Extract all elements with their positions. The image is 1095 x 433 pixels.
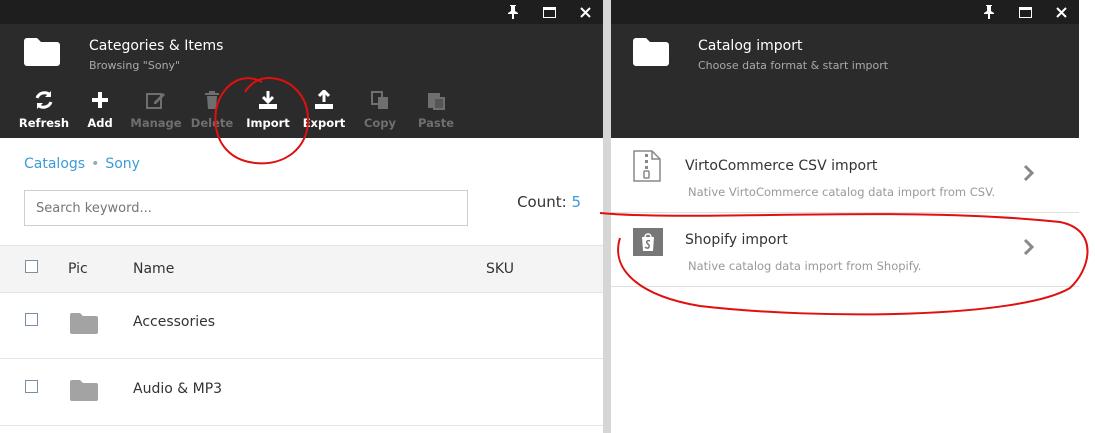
paste-icon [428, 93, 445, 110]
add-label: Add [87, 116, 113, 130]
item-count: Count: 5 [517, 193, 581, 211]
shopify-icon [633, 228, 663, 256]
delete-button[interactable]: Delete [184, 82, 240, 138]
blade-title: Catalog import [698, 38, 803, 54]
paste-label: Paste [417, 116, 455, 130]
toolbar [611, 82, 1079, 138]
pin-icon[interactable] [971, 0, 1007, 24]
breadcrumb: Catalogs • Sony [24, 156, 140, 172]
delete-label: Delete [190, 116, 234, 130]
edit-icon [146, 93, 165, 109]
pin-icon[interactable] [495, 0, 531, 24]
table-header: Pic Name SKU [0, 245, 603, 293]
import-button[interactable]: Import [240, 82, 296, 138]
list-item-shopify-import[interactable]: Shopify import Native catalog data impor… [611, 212, 1079, 287]
count-value: 5 [571, 193, 581, 211]
breadcrumb-sony[interactable]: Sony [105, 156, 140, 172]
copy-button[interactable]: Copy [352, 82, 408, 138]
export-label: Export [302, 116, 346, 130]
item-description: Native catalog data import from Shopify. [688, 259, 922, 273]
row-name: Audio & MP3 [133, 381, 223, 397]
paste-button[interactable]: Paste [408, 82, 464, 138]
row-name: Accessories [133, 314, 216, 330]
item-title: Shopify import [685, 232, 788, 248]
refresh-button[interactable]: Refresh [16, 82, 72, 138]
blade-title: Categories & Items [89, 38, 224, 54]
catalog-import-blade: Catalog import Choose data format & star… [611, 0, 1079, 433]
window-bar [0, 0, 603, 24]
page-edge [1079, 0, 1095, 433]
blade-header: Catalog import Choose data format & star… [611, 24, 1079, 82]
list-item-csv-import[interactable]: VirtoCommerce CSV import Native VirtoCom… [611, 138, 1079, 213]
add-button[interactable]: Add [72, 82, 128, 138]
blade-header: Categories & Items Browsing "Sony" [0, 24, 603, 82]
blade-subtitle: Browsing "Sony" [89, 59, 181, 72]
count-label: Count: [517, 193, 567, 211]
row-checkbox[interactable] [25, 313, 38, 326]
plus-icon [92, 92, 108, 108]
copy-label: Copy [363, 116, 397, 130]
refresh-label: Refresh [18, 116, 70, 130]
column-name[interactable]: Name [133, 261, 174, 277]
column-pic[interactable]: Pic [68, 261, 88, 277]
blade-divider [603, 0, 611, 433]
column-sku[interactable]: SKU [486, 261, 514, 277]
close-icon[interactable] [1043, 0, 1079, 24]
select-all-checkbox[interactable] [25, 260, 38, 273]
trash-icon [205, 91, 219, 109]
item-description: Native VirtoCommerce catalog data import… [688, 185, 996, 199]
categories-blade: Categories & Items Browsing "Sony" Refre… [0, 0, 603, 433]
maximize-icon[interactable] [531, 0, 567, 24]
zip-file-icon [633, 150, 661, 182]
toolbar: Refresh Add Manage Delete Import Export … [0, 82, 603, 138]
manage-button[interactable]: Manage [128, 82, 184, 138]
download-icon [259, 91, 277, 109]
copy-icon [371, 91, 388, 109]
blade-subtitle: Choose data format & start import [698, 59, 889, 72]
folder-icon [70, 313, 98, 334]
table-row[interactable]: Audio & MP3 [0, 359, 603, 426]
breadcrumb-catalogs[interactable]: Catalogs [24, 156, 85, 172]
table-row[interactable]: Accessories [0, 292, 603, 359]
row-checkbox[interactable] [25, 380, 38, 393]
chevron-right-icon [1023, 238, 1035, 256]
search-input[interactable] [24, 190, 468, 226]
export-button[interactable]: Export [296, 82, 352, 138]
close-icon[interactable] [567, 0, 603, 24]
folder-icon [633, 38, 669, 66]
folder-icon [70, 380, 98, 401]
breadcrumb-separator: • [91, 156, 100, 172]
chevron-right-icon [1023, 164, 1035, 182]
maximize-icon[interactable] [1007, 0, 1043, 24]
manage-label: Manage [130, 116, 182, 130]
item-title: VirtoCommerce CSV import [685, 158, 878, 174]
import-label: Import [246, 116, 290, 130]
folder-icon [24, 38, 60, 66]
window-bar [611, 0, 1079, 24]
refresh-icon [35, 91, 53, 109]
upload-icon [315, 90, 333, 109]
